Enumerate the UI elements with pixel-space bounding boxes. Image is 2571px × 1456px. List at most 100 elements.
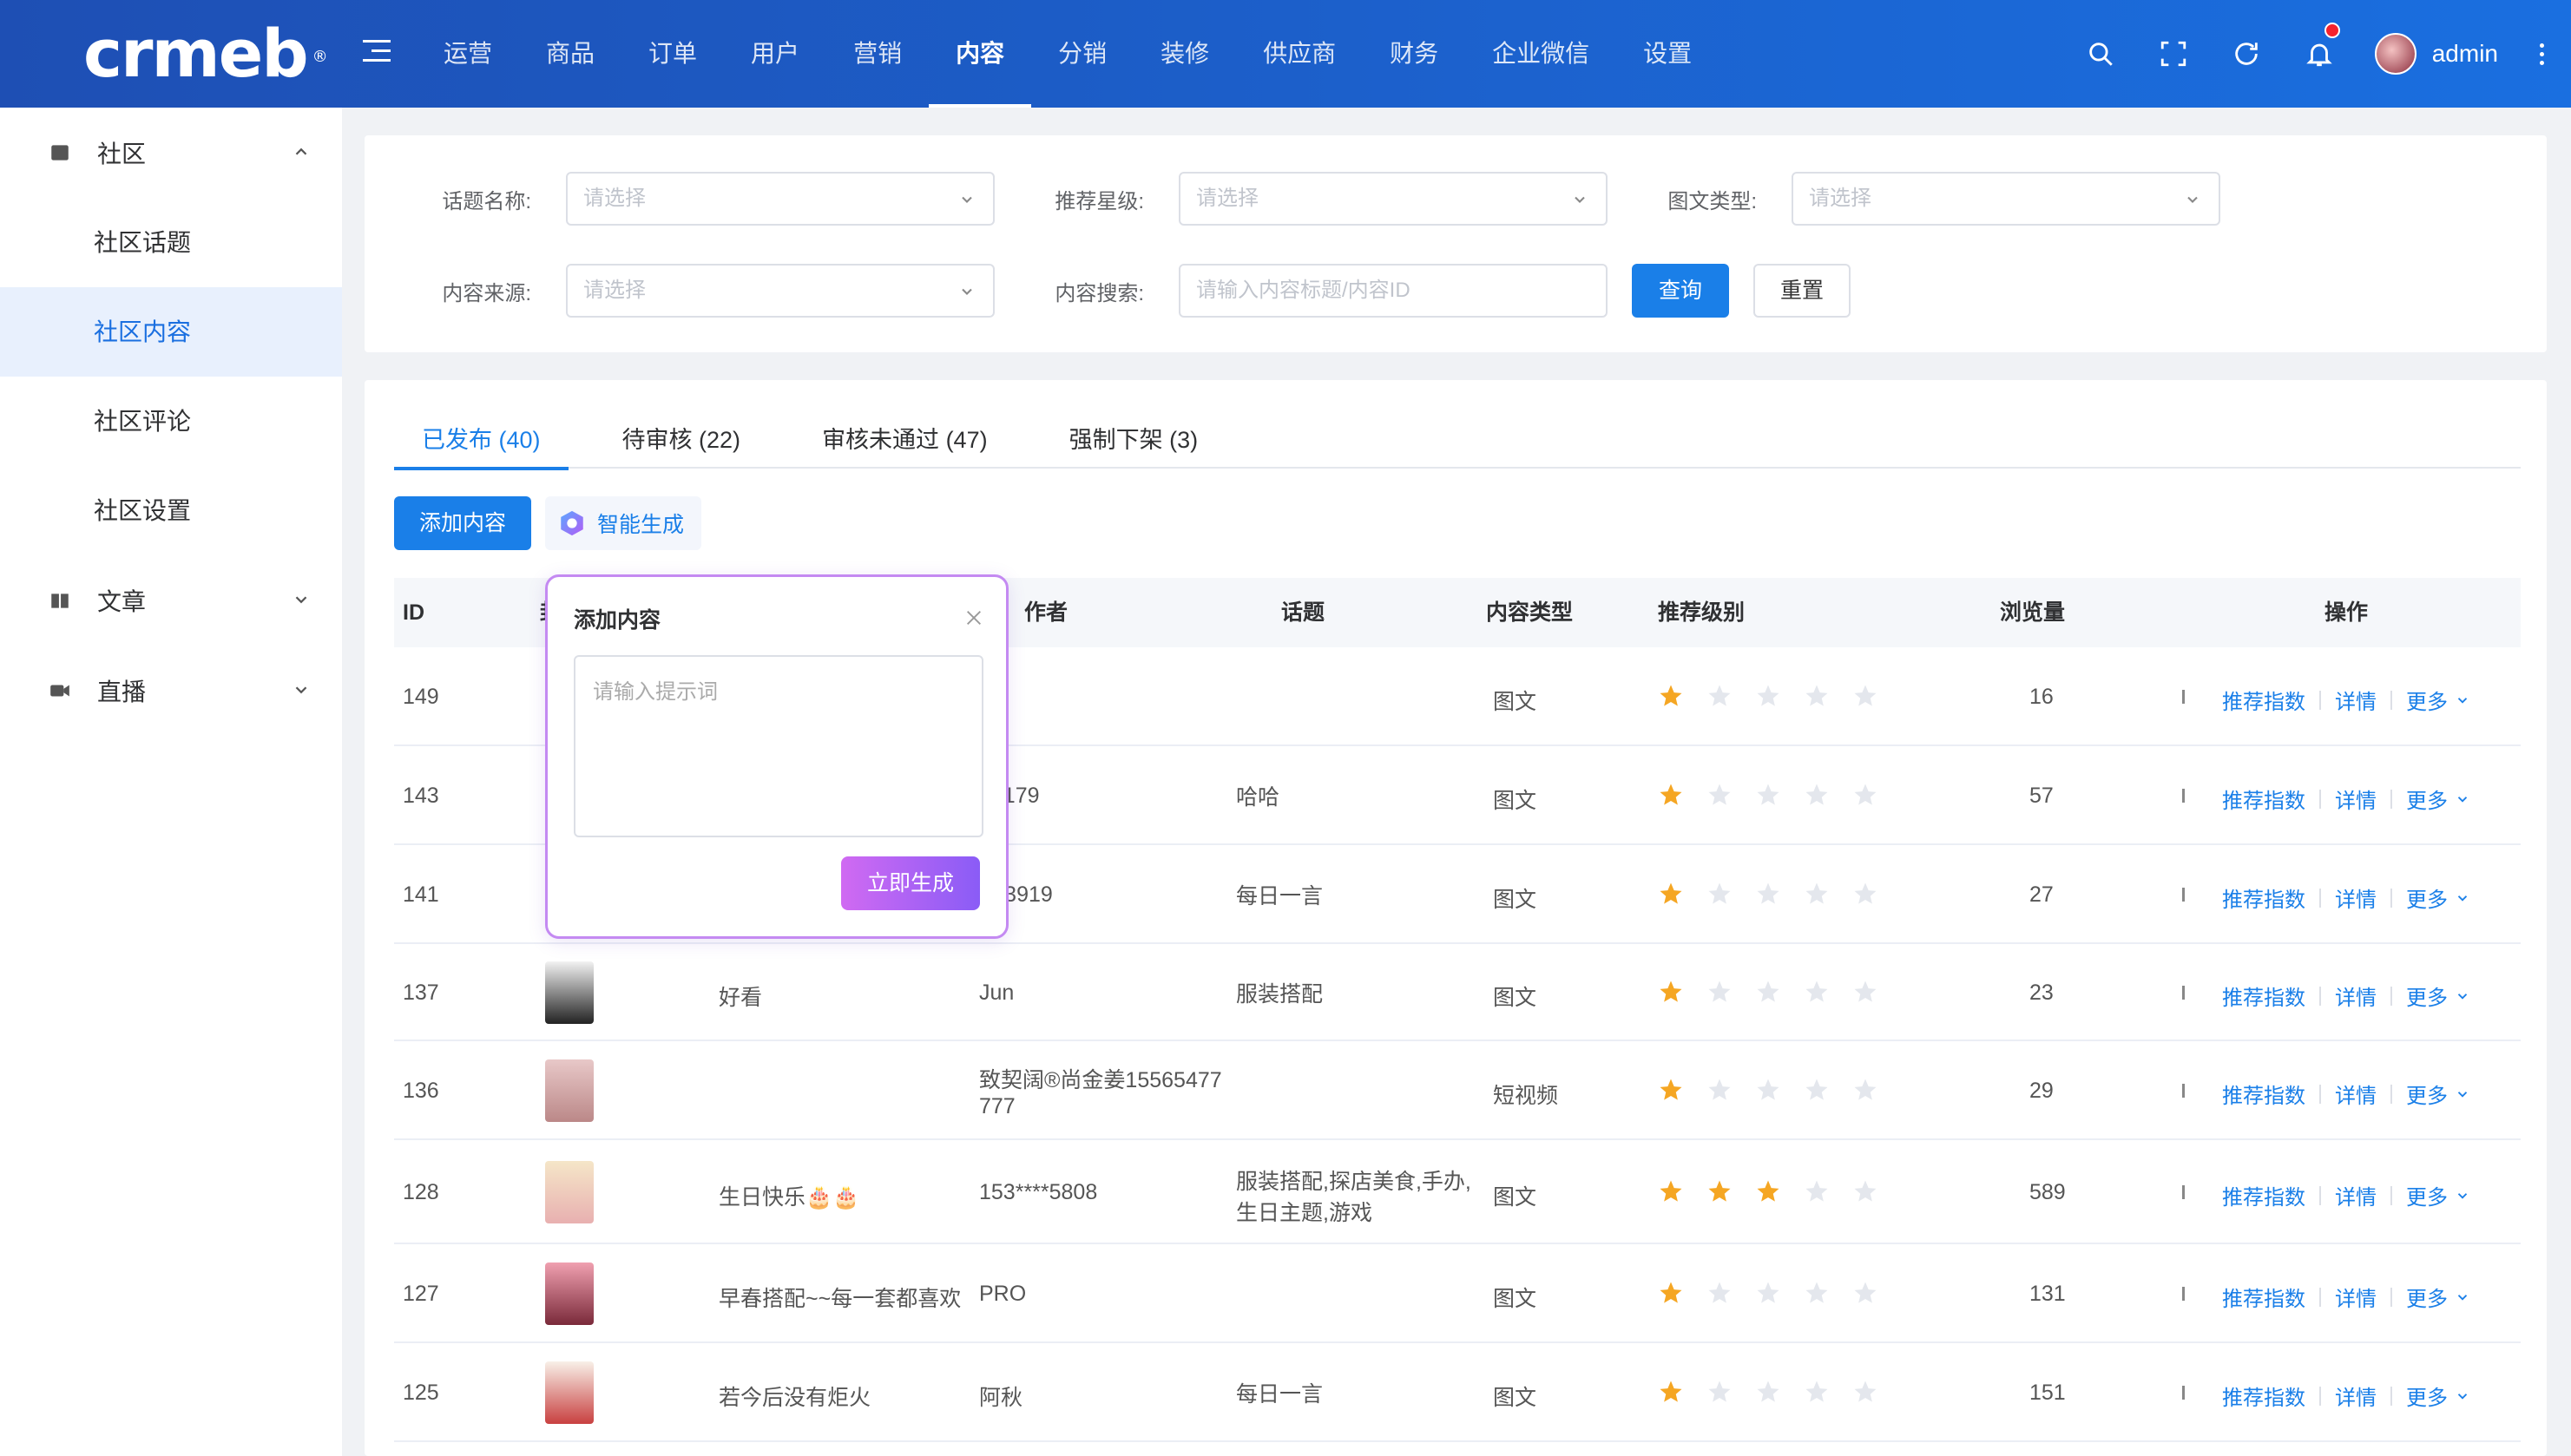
- content-thumbnail[interactable]: [545, 1263, 594, 1325]
- more-dropdown[interactable]: 更多: [2406, 882, 2448, 913]
- nav-item-products[interactable]: 商品: [519, 0, 621, 108]
- nav-item-settings[interactable]: 设置: [1616, 0, 1719, 108]
- recommend-index-link[interactable]: 推荐指数: [2222, 1180, 2305, 1210]
- star-icon[interactable]: [1658, 683, 1684, 709]
- star-icon[interactable]: [1804, 683, 1830, 709]
- star-icon[interactable]: [1852, 1280, 1878, 1306]
- star-icon[interactable]: [1804, 881, 1830, 907]
- nav-item-users[interactable]: 用户: [724, 0, 826, 108]
- star-icon[interactable]: [1852, 979, 1878, 1005]
- more-vertical-icon[interactable]: [2531, 43, 2552, 65]
- tab-published[interactable]: 已发布 (40): [394, 415, 569, 470]
- recommend-index-link[interactable]: 推荐指数: [2222, 784, 2305, 814]
- star-icon[interactable]: [1755, 979, 1781, 1005]
- reset-button[interactable]: 重置: [1753, 264, 1851, 318]
- star-icon[interactable]: [1658, 979, 1684, 1005]
- more-dropdown[interactable]: 更多: [2406, 685, 2448, 715]
- ai-generate-button[interactable]: 智能生成: [545, 496, 702, 550]
- sidebar-group-live[interactable]: 直播: [0, 646, 342, 736]
- star-icon[interactable]: [1852, 782, 1878, 808]
- recommend-index-link[interactable]: 推荐指数: [2222, 1381, 2305, 1411]
- star-icon[interactable]: [1804, 1379, 1830, 1405]
- recommend-index-link[interactable]: 推荐指数: [2222, 882, 2305, 913]
- star-icon[interactable]: [1755, 683, 1781, 709]
- star-icon[interactable]: [1658, 1077, 1684, 1103]
- recommend-stars[interactable]: [1658, 1178, 1878, 1204]
- recommend-stars[interactable]: [1658, 1280, 1878, 1306]
- detail-link[interactable]: 详情: [2335, 1079, 2377, 1109]
- nav-item-orders[interactable]: 订单: [621, 0, 724, 108]
- more-dropdown[interactable]: 更多: [2406, 981, 2448, 1011]
- star-icon[interactable]: [1706, 1280, 1733, 1306]
- nav-item-decoration[interactable]: 装修: [1134, 0, 1236, 108]
- search-icon[interactable]: [2064, 0, 2137, 108]
- star-icon[interactable]: [1706, 782, 1733, 808]
- more-dropdown[interactable]: 更多: [2406, 784, 2448, 814]
- star-icon[interactable]: [1706, 881, 1733, 907]
- star-icon[interactable]: [1706, 979, 1733, 1005]
- menu-collapse-icon[interactable]: [363, 40, 391, 66]
- detail-link[interactable]: 详情: [2335, 981, 2377, 1011]
- username[interactable]: admin: [2432, 40, 2498, 68]
- star-icon[interactable]: [1755, 1379, 1781, 1405]
- star-icon[interactable]: [1804, 1280, 1830, 1306]
- content-thumbnail[interactable]: [545, 1361, 594, 1424]
- recommend-stars[interactable]: [1658, 1077, 1878, 1103]
- notification-bell-icon[interactable]: [2283, 0, 2356, 108]
- nav-item-marketing[interactable]: 营销: [826, 0, 929, 108]
- star-icon[interactable]: [1852, 881, 1878, 907]
- nav-item-content[interactable]: 内容: [929, 0, 1032, 108]
- nav-item-finance[interactable]: 财务: [1363, 0, 1465, 108]
- detail-link[interactable]: 详情: [2335, 1282, 2377, 1312]
- star-icon[interactable]: [1755, 1178, 1781, 1204]
- star-icon[interactable]: [1658, 881, 1684, 907]
- content-thumbnail[interactable]: [545, 1059, 594, 1122]
- prompt-textarea[interactable]: 请输入提示词: [574, 655, 983, 837]
- star-icon[interactable]: [1706, 683, 1733, 709]
- close-icon[interactable]: [964, 608, 983, 627]
- generate-now-button[interactable]: 立即生成: [841, 856, 980, 910]
- sidebar-item-settings[interactable]: 社区设置: [0, 466, 342, 555]
- star-icon[interactable]: [1852, 1178, 1878, 1204]
- crmeb-logo[interactable]: crmeb ®: [83, 19, 328, 89]
- star-icon[interactable]: [1658, 1379, 1684, 1405]
- sidebar-group-community[interactable]: 社区: [0, 108, 342, 198]
- recommend-index-link[interactable]: 推荐指数: [2222, 981, 2305, 1011]
- type-select[interactable]: 请选择: [1792, 172, 2220, 226]
- star-select[interactable]: 请选择: [1179, 172, 1608, 226]
- add-content-button[interactable]: 添加内容: [394, 496, 531, 550]
- more-dropdown[interactable]: 更多: [2406, 1079, 2448, 1109]
- sidebar-item-topics[interactable]: 社区话题: [0, 198, 342, 287]
- star-icon[interactable]: [1755, 1280, 1781, 1306]
- content-thumbnail[interactable]: [545, 1161, 594, 1223]
- star-icon[interactable]: [1804, 1178, 1830, 1204]
- recommend-index-link[interactable]: 推荐指数: [2222, 685, 2305, 715]
- sidebar-item-comments[interactable]: 社区评论: [0, 377, 342, 466]
- tab-rejected[interactable]: 审核未通过 (47): [794, 415, 1016, 469]
- detail-link[interactable]: 详情: [2335, 784, 2377, 814]
- recommend-stars[interactable]: [1658, 1379, 1878, 1405]
- star-icon[interactable]: [1658, 1280, 1684, 1306]
- sidebar-item-content[interactable]: 社区内容: [0, 287, 342, 377]
- star-icon[interactable]: [1658, 1178, 1684, 1204]
- content-thumbnail[interactable]: [545, 961, 594, 1024]
- nav-item-supplier[interactable]: 供应商: [1236, 0, 1363, 108]
- star-icon[interactable]: [1804, 782, 1830, 808]
- query-button[interactable]: 查询: [1632, 264, 1729, 318]
- detail-link[interactable]: 详情: [2335, 1180, 2377, 1210]
- recommend-stars[interactable]: [1658, 979, 1878, 1005]
- star-icon[interactable]: [1755, 1077, 1781, 1103]
- detail-link[interactable]: 详情: [2335, 685, 2377, 715]
- star-icon[interactable]: [1706, 1178, 1733, 1204]
- star-icon[interactable]: [1804, 1077, 1830, 1103]
- star-icon[interactable]: [1706, 1077, 1733, 1103]
- star-icon[interactable]: [1852, 1379, 1878, 1405]
- sidebar-group-article[interactable]: 文章: [0, 555, 342, 646]
- recommend-stars[interactable]: [1658, 881, 1878, 907]
- star-icon[interactable]: [1852, 683, 1878, 709]
- topic-select[interactable]: 请选择: [566, 172, 995, 226]
- more-dropdown[interactable]: 更多: [2406, 1180, 2448, 1210]
- tab-forced-offline[interactable]: 强制下架 (3): [1042, 415, 1226, 469]
- nav-item-distribution[interactable]: 分销: [1031, 0, 1134, 108]
- more-dropdown[interactable]: 更多: [2406, 1282, 2448, 1312]
